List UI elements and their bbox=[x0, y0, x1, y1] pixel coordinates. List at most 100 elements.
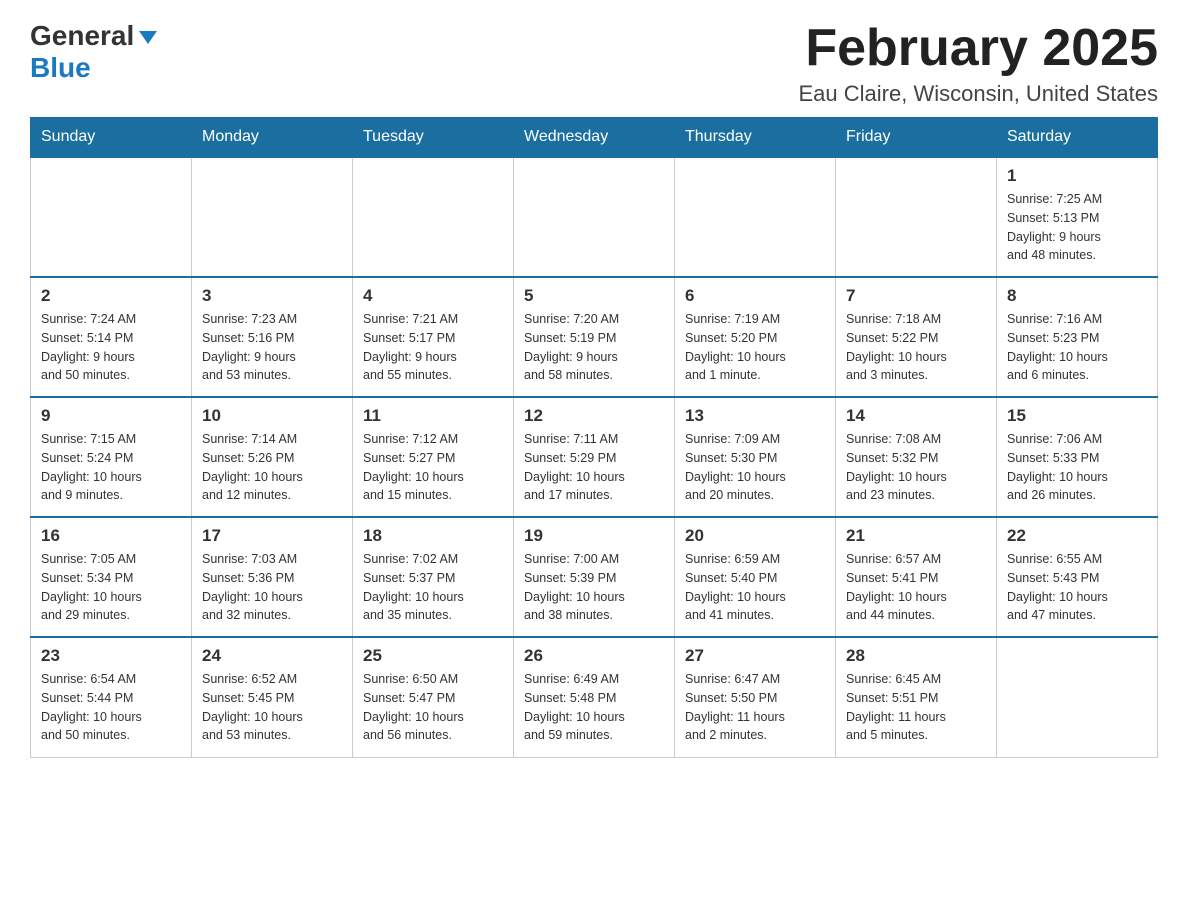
day-number: 21 bbox=[846, 526, 986, 546]
weekday-header-thursday: Thursday bbox=[675, 118, 836, 158]
day-number: 7 bbox=[846, 286, 986, 306]
day-number: 25 bbox=[363, 646, 503, 666]
calendar-cell bbox=[353, 157, 514, 277]
calendar-cell: 26 Sunrise: 6:49 AMSunset: 5:48 PMDayligh… bbox=[514, 637, 675, 757]
calendar-week-row: 1 Sunrise: 7:25 AMSunset: 5:13 PMDaylight… bbox=[31, 157, 1158, 277]
day-number: 19 bbox=[524, 526, 664, 546]
day-info: Sunrise: 7:15 AMSunset: 5:24 PMDaylight:… bbox=[41, 430, 181, 505]
day-info: Sunrise: 7:08 AMSunset: 5:32 PMDaylight:… bbox=[846, 430, 986, 505]
day-info: Sunrise: 7:21 AMSunset: 5:17 PMDaylight:… bbox=[363, 310, 503, 385]
calendar-cell: 4 Sunrise: 7:21 AMSunset: 5:17 PMDaylight… bbox=[353, 277, 514, 397]
calendar-cell: 27 Sunrise: 6:47 AMSunset: 5:50 PMDayligh… bbox=[675, 637, 836, 757]
day-info: Sunrise: 7:25 AMSunset: 5:13 PMDaylight:… bbox=[1007, 190, 1147, 265]
day-number: 11 bbox=[363, 406, 503, 426]
title-section: February 2025 Eau Claire, Wisconsin, Uni… bbox=[799, 20, 1159, 107]
weekday-header-friday: Friday bbox=[836, 118, 997, 158]
day-info: Sunrise: 7:19 AMSunset: 5:20 PMDaylight:… bbox=[685, 310, 825, 385]
calendar-cell: 10Sunrise: 7:14 AMSunset: 5:26 PMDayligh… bbox=[192, 397, 353, 517]
day-number: 12 bbox=[524, 406, 664, 426]
day-number: 6 bbox=[685, 286, 825, 306]
day-info: Sunrise: 6:50 AMSunset: 5:47 PMDaylight:… bbox=[363, 670, 503, 745]
day-number: 24 bbox=[202, 646, 342, 666]
calendar-cell: 24 Sunrise: 6:52 AMSunset: 5:45 PMDayligh… bbox=[192, 637, 353, 757]
day-number: 22 bbox=[1007, 526, 1147, 546]
calendar-cell: 6 Sunrise: 7:19 AMSunset: 5:20 PMDaylight… bbox=[675, 277, 836, 397]
day-info: Sunrise: 6:57 AMSunset: 5:41 PMDaylight:… bbox=[846, 550, 986, 625]
day-info: Sunrise: 7:18 AMSunset: 5:22 PMDaylight:… bbox=[846, 310, 986, 385]
calendar-cell: 17 Sunrise: 7:03 AMSunset: 5:36 PMDayligh… bbox=[192, 517, 353, 637]
calendar-cell: 3 Sunrise: 7:23 AMSunset: 5:16 PMDaylight… bbox=[192, 277, 353, 397]
calendar-cell: 9 Sunrise: 7:15 AMSunset: 5:24 PMDaylight… bbox=[31, 397, 192, 517]
day-info: Sunrise: 6:54 AMSunset: 5:44 PMDaylight:… bbox=[41, 670, 181, 745]
day-info: Sunrise: 7:23 AMSunset: 5:16 PMDaylight:… bbox=[202, 310, 342, 385]
calendar-cell: 2 Sunrise: 7:24 AMSunset: 5:14 PMDaylight… bbox=[31, 277, 192, 397]
calendar-week-row: 23 Sunrise: 6:54 AMSunset: 5:44 PMDayligh… bbox=[31, 637, 1158, 757]
calendar-week-row: 16 Sunrise: 7:05 AMSunset: 5:34 PMDayligh… bbox=[31, 517, 1158, 637]
day-info: Sunrise: 7:09 AMSunset: 5:30 PMDaylight:… bbox=[685, 430, 825, 505]
calendar-cell: 20 Sunrise: 6:59 AMSunset: 5:40 PMDayligh… bbox=[675, 517, 836, 637]
day-number: 8 bbox=[1007, 286, 1147, 306]
day-number: 1 bbox=[1007, 166, 1147, 186]
calendar-week-row: 9 Sunrise: 7:15 AMSunset: 5:24 PMDaylight… bbox=[31, 397, 1158, 517]
day-number: 2 bbox=[41, 286, 181, 306]
weekday-header-row: SundayMondayTuesdayWednesdayThursdayFrid… bbox=[31, 118, 1158, 158]
calendar-cell: 1 Sunrise: 7:25 AMSunset: 5:13 PMDaylight… bbox=[997, 157, 1158, 277]
location-title: Eau Claire, Wisconsin, United States bbox=[799, 81, 1159, 107]
calendar-cell: 7 Sunrise: 7:18 AMSunset: 5:22 PMDaylight… bbox=[836, 277, 997, 397]
calendar-cell: 15 Sunrise: 7:06 AMSunset: 5:33 PMDayligh… bbox=[997, 397, 1158, 517]
calendar-cell: 21 Sunrise: 6:57 AMSunset: 5:41 PMDayligh… bbox=[836, 517, 997, 637]
day-info: Sunrise: 7:11 AMSunset: 5:29 PMDaylight:… bbox=[524, 430, 664, 505]
day-info: Sunrise: 6:45 AMSunset: 5:51 PMDaylight:… bbox=[846, 670, 986, 745]
calendar-cell: 12 Sunrise: 7:11 AMSunset: 5:29 PMDayligh… bbox=[514, 397, 675, 517]
day-number: 26 bbox=[524, 646, 664, 666]
weekday-header-wednesday: Wednesday bbox=[514, 118, 675, 158]
day-number: 27 bbox=[685, 646, 825, 666]
day-number: 5 bbox=[524, 286, 664, 306]
calendar-cell bbox=[192, 157, 353, 277]
day-info: Sunrise: 6:47 AMSunset: 5:50 PMDaylight:… bbox=[685, 670, 825, 745]
day-info: Sunrise: 6:52 AMSunset: 5:45 PMDaylight:… bbox=[202, 670, 342, 745]
day-info: Sunrise: 7:24 AMSunset: 5:14 PMDaylight:… bbox=[41, 310, 181, 385]
weekday-header-sunday: Sunday bbox=[31, 118, 192, 158]
calendar-cell: 25 Sunrise: 6:50 AMSunset: 5:47 PMDayligh… bbox=[353, 637, 514, 757]
logo: General Blue bbox=[30, 20, 157, 84]
logo-general-text: General bbox=[30, 20, 134, 52]
calendar-cell bbox=[997, 637, 1158, 757]
page-header: General Blue February 2025 Eau Claire, W… bbox=[30, 20, 1158, 107]
day-info: Sunrise: 7:20 AMSunset: 5:19 PMDaylight:… bbox=[524, 310, 664, 385]
calendar-cell: 19 Sunrise: 7:00 AMSunset: 5:39 PMDayligh… bbox=[514, 517, 675, 637]
day-number: 14 bbox=[846, 406, 986, 426]
month-title: February 2025 bbox=[799, 20, 1159, 77]
day-info: Sunrise: 7:00 AMSunset: 5:39 PMDaylight:… bbox=[524, 550, 664, 625]
day-number: 20 bbox=[685, 526, 825, 546]
calendar-cell bbox=[514, 157, 675, 277]
day-info: Sunrise: 7:02 AMSunset: 5:37 PMDaylight:… bbox=[363, 550, 503, 625]
day-info: Sunrise: 7:06 AMSunset: 5:33 PMDaylight:… bbox=[1007, 430, 1147, 505]
calendar-cell: 14 Sunrise: 7:08 AMSunset: 5:32 PMDayligh… bbox=[836, 397, 997, 517]
day-info: Sunrise: 7:16 AMSunset: 5:23 PMDaylight:… bbox=[1007, 310, 1147, 385]
day-number: 17 bbox=[202, 526, 342, 546]
calendar-cell bbox=[836, 157, 997, 277]
day-number: 4 bbox=[363, 286, 503, 306]
day-info: Sunrise: 7:03 AMSunset: 5:36 PMDaylight:… bbox=[202, 550, 342, 625]
day-info: Sunrise: 6:49 AMSunset: 5:48 PMDaylight:… bbox=[524, 670, 664, 745]
day-number: 15 bbox=[1007, 406, 1147, 426]
calendar-cell: 28 Sunrise: 6:45 AMSunset: 5:51 PMDayligh… bbox=[836, 637, 997, 757]
logo-arrow-icon bbox=[139, 31, 157, 44]
day-info: Sunrise: 7:14 AMSunset: 5:26 PMDaylight:… bbox=[202, 430, 342, 505]
day-number: 28 bbox=[846, 646, 986, 666]
logo-blue-text: Blue bbox=[30, 52, 91, 84]
day-info: Sunrise: 7:05 AMSunset: 5:34 PMDaylight:… bbox=[41, 550, 181, 625]
day-number: 13 bbox=[685, 406, 825, 426]
calendar-week-row: 2 Sunrise: 7:24 AMSunset: 5:14 PMDaylight… bbox=[31, 277, 1158, 397]
calendar-table: SundayMondayTuesdayWednesdayThursdayFrid… bbox=[30, 117, 1158, 758]
day-number: 3 bbox=[202, 286, 342, 306]
day-number: 16 bbox=[41, 526, 181, 546]
calendar-cell: 8 Sunrise: 7:16 AMSunset: 5:23 PMDaylight… bbox=[997, 277, 1158, 397]
day-info: Sunrise: 6:59 AMSunset: 5:40 PMDaylight:… bbox=[685, 550, 825, 625]
day-number: 18 bbox=[363, 526, 503, 546]
day-number: 23 bbox=[41, 646, 181, 666]
calendar-cell: 13 Sunrise: 7:09 AMSunset: 5:30 PMDayligh… bbox=[675, 397, 836, 517]
weekday-header-monday: Monday bbox=[192, 118, 353, 158]
day-number: 9 bbox=[41, 406, 181, 426]
